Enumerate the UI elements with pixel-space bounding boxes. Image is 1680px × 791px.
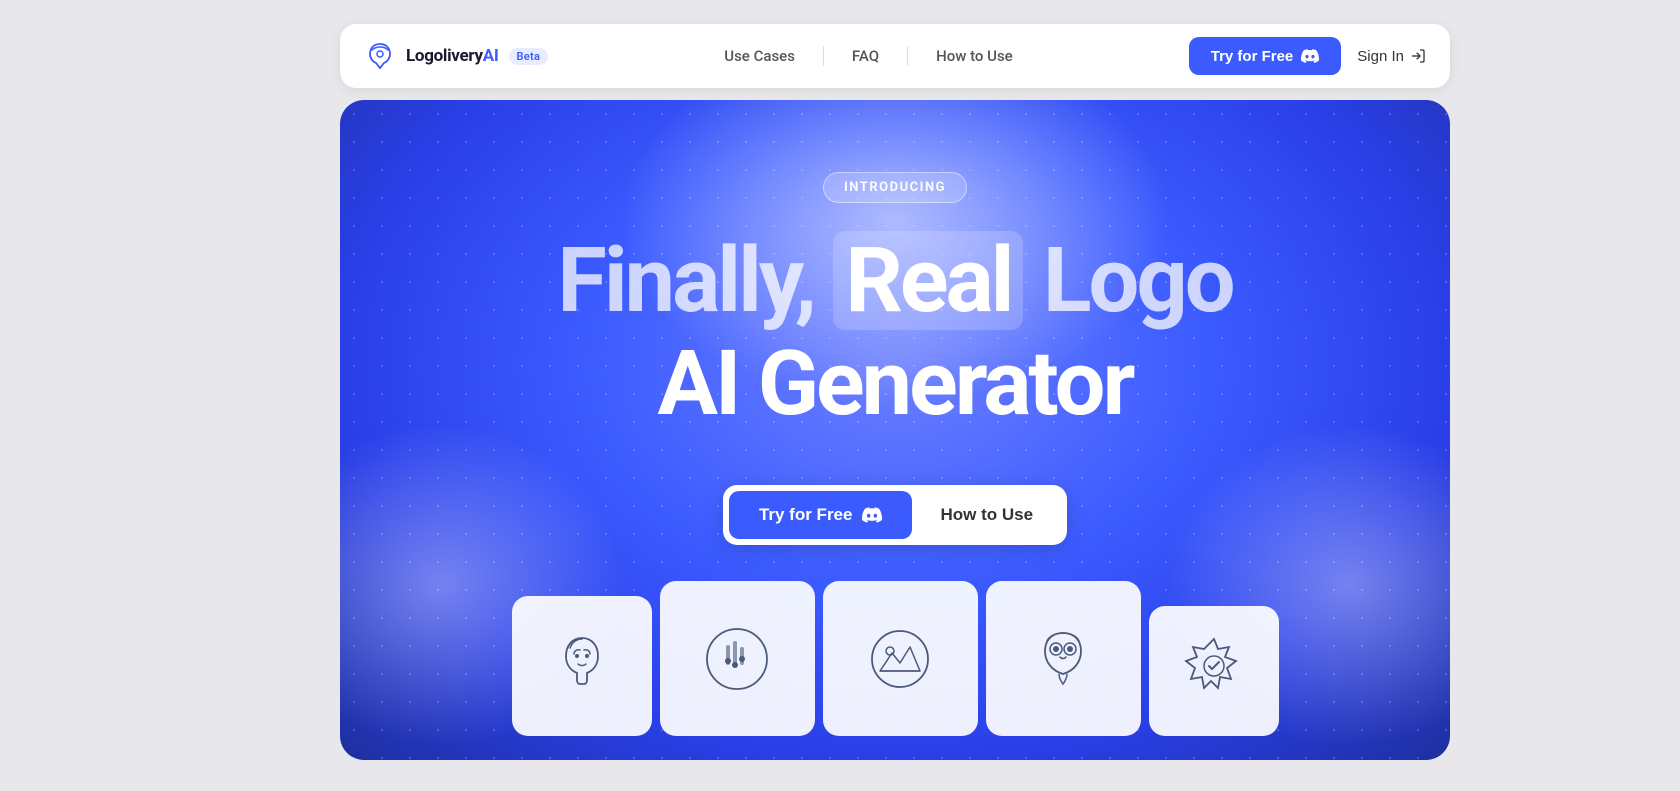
logo-card-landscape	[823, 581, 978, 736]
equalizer-logo-icon	[697, 619, 777, 699]
hero-try-free-button[interactable]: Try for Free	[729, 491, 913, 539]
logo-card-badge	[1149, 606, 1279, 736]
hero-title-line2: AI Generator	[557, 334, 1232, 433]
navbar: LogoliveryAI Beta Use Cases FAQ How to U…	[340, 24, 1450, 88]
face-logo-icon	[542, 626, 622, 706]
landscape-logo-icon	[860, 619, 940, 699]
nav-actions: Try for Free Sign In	[1189, 37, 1426, 75]
nav-try-free-button[interactable]: Try for Free	[1189, 37, 1342, 75]
hero-title: Finally, Real Logo AI Generator	[557, 231, 1232, 433]
owl-logo-icon	[1023, 619, 1103, 699]
logo-card-owl	[986, 581, 1141, 736]
logo-showcase	[492, 581, 1299, 736]
hero-title-line1: Finally, Real Logo	[557, 231, 1232, 330]
discord-icon	[1301, 47, 1319, 65]
badge-logo-icon	[1174, 631, 1254, 711]
nav-faq[interactable]: FAQ	[824, 47, 907, 65]
hero-cta-container: Try for Free How to Use	[723, 485, 1067, 545]
sign-in-button[interactable]: Sign In	[1357, 48, 1426, 65]
real-highlight: Real	[833, 231, 1023, 330]
nav-how-to-use[interactable]: How to Use	[908, 47, 1041, 65]
beta-badge: Beta	[509, 48, 549, 65]
introducing-badge: INTRODUCING	[823, 172, 967, 203]
nav-links: Use Cases FAQ How to Use	[696, 46, 1040, 66]
page-wrapper: LogoliveryAI Beta Use Cases FAQ How to U…	[0, 0, 1680, 791]
logo-icon	[364, 40, 396, 72]
logo-link[interactable]: LogoliveryAI Beta	[364, 40, 548, 72]
hero-section: INTRODUCING Finally, Real Logo AI Genera…	[340, 100, 1450, 760]
sign-in-icon	[1410, 48, 1426, 64]
hero-how-to-use-button[interactable]: How to Use	[912, 491, 1061, 539]
nav-use-cases[interactable]: Use Cases	[696, 47, 823, 65]
logo-card-equalizer	[660, 581, 815, 736]
logo-text: LogoliveryAI	[406, 46, 499, 66]
hero-discord-icon	[862, 505, 882, 525]
logo-card-face	[512, 596, 652, 736]
